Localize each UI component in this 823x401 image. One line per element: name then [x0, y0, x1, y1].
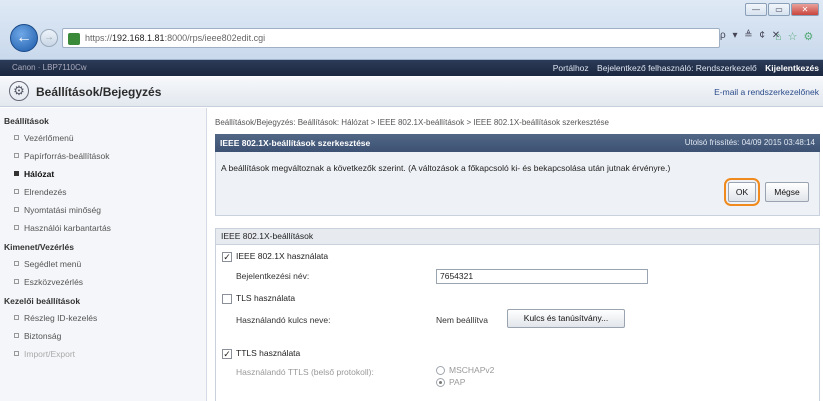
portal-link[interactable]: Portálhoz	[553, 63, 589, 73]
use-ttls-label: TTLS használata	[236, 348, 301, 358]
sidebar-item-device-control[interactable]: Eszközvezérlés	[14, 277, 83, 287]
info-message: A beállítások megváltoznak a következők …	[221, 163, 671, 173]
sidebar-heading-output-control: Kimenet/Vezérlés	[4, 242, 74, 252]
login-name-field[interactable]: 7654321	[436, 269, 648, 284]
use-ieee-label: IEEE 802.1X használata	[236, 251, 329, 261]
sidebar-item-security[interactable]: Biztonság	[14, 331, 61, 341]
top-navigation-bar: Canon · LBP7110Cw Portálhoz Bejelentkező…	[0, 60, 823, 76]
section-header: IEEE 802.1X-beállítások	[215, 228, 820, 245]
bullet-icon	[14, 225, 19, 230]
use-ieee-checkbox[interactable]: ✓	[222, 252, 232, 262]
sidebar-item-label: Biztonság	[24, 331, 62, 341]
ok-button[interactable]: OK	[728, 182, 756, 202]
sidebar-item-label: Részleg ID-kezelés	[24, 313, 98, 323]
sidebar-item-label: Használói karbantartás	[24, 223, 111, 233]
sidebar-item-control-menu[interactable]: Vezérlőmenü	[14, 133, 74, 143]
sidebar-item-layout[interactable]: Elrendezés	[14, 187, 67, 197]
use-ttls-checkbox[interactable]: ✓	[222, 349, 232, 359]
key-name-value: Nem beállítva	[436, 315, 488, 325]
sidebar-item-label: Elrendezés	[24, 187, 67, 197]
browser-chrome: — ▭ ✕ ← → https://192.168.1.81:8000/rps/…	[0, 0, 823, 60]
logged-in-user: Bejelentkező felhasználó: Rendszerkezelő	[597, 63, 757, 73]
bullet-icon	[14, 261, 19, 266]
forward-arrow-icon[interactable]: →	[40, 29, 58, 47]
sidebar-item-label: Papírforrás-beállítások	[24, 151, 110, 161]
key-name-label: Használandó kulcs neve:	[236, 315, 331, 325]
bullet-icon	[14, 171, 19, 176]
close-window-button[interactable]: ✕	[791, 3, 819, 16]
bullet-icon	[14, 207, 19, 212]
address-bar[interactable]: https://192.168.1.81:8000/rps/ieee802edi…	[62, 28, 720, 48]
sidebar-heading-settings: Beállítások	[4, 116, 49, 126]
site-favicon-icon	[68, 33, 80, 45]
sidebar-heading-management: Kezelői beállítások	[4, 296, 81, 306]
pap-label: PAP	[449, 377, 466, 387]
home-star-gear-icons[interactable]: ⌂☆⚙	[775, 30, 819, 43]
sidebar-item-label: Vezérlőmenü	[24, 133, 74, 143]
breadcrumb: Beállítások/Bejegyzés: Beállítások: Háló…	[215, 118, 609, 127]
edit-panel-body: A beállítások megváltoznak a következők …	[215, 152, 820, 216]
sidebar: Beállítások Vezérlőmenü Papírforrás-beál…	[0, 108, 207, 401]
sidebar-item-label: Segédlet menü	[24, 259, 82, 269]
sidebar-item-label: Nyomtatási minőség	[24, 205, 102, 215]
sidebar-item-import-export[interactable]: Import/Export	[14, 349, 75, 359]
address-url: https://192.168.1.81:8000/rps/ieee802edi…	[85, 33, 266, 43]
mail-admin-link[interactable]: E-mail a rendszerkezelőnek	[714, 87, 819, 97]
back-arrow-icon[interactable]: ←	[10, 24, 38, 52]
bullet-icon	[14, 351, 19, 356]
top-links: Portálhoz Bejelentkező felhasználó: Rend…	[547, 63, 819, 73]
minimize-button[interactable]: —	[745, 3, 767, 16]
mschapv2-label: MSCHAPv2	[449, 365, 495, 375]
address-tools[interactable]: ρ ▾ ≜ ¢ ✕	[720, 30, 782, 41]
edit-panel-header: IEEE 802.1X-beállítások szerkesztése Uto…	[215, 134, 820, 152]
sidebar-item-label: Hálózat	[24, 169, 55, 179]
maximize-button[interactable]: ▭	[768, 3, 790, 16]
page-title: Beállítások/Bejegyzés	[36, 85, 162, 99]
ttls-protocol-label: Használandó TTLS (belső protokoll):	[236, 367, 374, 377]
section-body: ✓ IEEE 802.1X használata Bejelentkezési …	[215, 245, 820, 401]
use-tls-label: TLS használata	[236, 293, 296, 303]
bullet-icon	[14, 189, 19, 194]
key-certificate-button[interactable]: Kulcs és tanúsítvány...	[507, 309, 625, 328]
settings-gear-icon: ⚙	[9, 81, 29, 101]
bullet-icon	[14, 333, 19, 338]
sidebar-item-label: Eszközvezérlés	[24, 277, 84, 287]
sidebar-item-paper-source[interactable]: Papírforrás-beállítások	[14, 151, 110, 161]
mschapv2-radio[interactable]	[436, 366, 445, 375]
sidebar-item-print-quality[interactable]: Nyomtatási minőség	[14, 205, 101, 215]
bullet-icon	[14, 135, 19, 140]
page-titlebar: ⚙ Beállítások/Bejegyzés E-mail a rendsze…	[0, 77, 823, 107]
bullet-icon	[14, 279, 19, 284]
pap-radio[interactable]	[436, 378, 445, 387]
sidebar-item-dept-id[interactable]: Részleg ID-kezelés	[14, 313, 97, 323]
sidebar-item-utility-menu[interactable]: Segédlet menü	[14, 259, 81, 269]
login-name-label: Bejelentkezési név:	[236, 271, 310, 281]
device-name: Canon · LBP7110Cw	[12, 63, 87, 72]
use-tls-checkbox[interactable]	[222, 294, 232, 304]
window-controls: — ▭ ✕	[745, 3, 819, 16]
sidebar-item-user-maintenance[interactable]: Használói karbantartás	[14, 223, 111, 233]
cancel-button[interactable]: Mégse	[765, 182, 809, 202]
last-updated: Utolsó frissítés: 04/09 2015 03:48:14	[684, 138, 815, 147]
sidebar-item-label: Import/Export	[24, 349, 76, 359]
sidebar-item-network[interactable]: Hálózat	[14, 169, 54, 179]
logout-link[interactable]: Kijelentkezés	[765, 63, 819, 73]
bullet-icon	[14, 315, 19, 320]
bullet-icon	[14, 153, 19, 158]
panel-title: IEEE 802.1X-beállítások szerkesztése	[220, 138, 371, 148]
